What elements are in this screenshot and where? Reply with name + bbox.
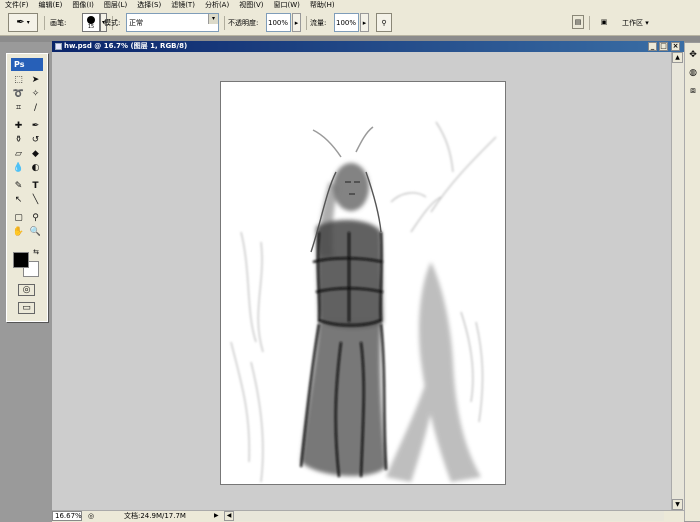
toolbox: Ps ⬚ ➤ ➰ ✧ ⌗ ∕ ✚ ✒ ⚱ ↺ ▱ ◆ 💧 ◐ ✎ T ↖ ╲ ▢… — [6, 53, 48, 322]
workspace-icon: ▣ — [600, 18, 608, 26]
scroll-left-icon[interactable]: ◀ — [224, 511, 234, 521]
palette-well-icon: ▤ — [574, 18, 582, 26]
healing-brush-tool-icon[interactable]: ✚ — [11, 120, 26, 132]
document-window: hw.psd @ 16.7% (图层 1, RGB/8) _ □ × ▲ ▼ — [52, 41, 684, 521]
document-icon — [55, 43, 62, 50]
menu-bar: 文件(F) 编辑(E) 图像(I) 图层(L) 选择(S) 滤镜(T) 分析(A) 视图(V)… — [0, 0, 700, 10]
status-menu-button[interactable]: ▶ — [214, 511, 219, 521]
quick-mask-icon[interactable]: ◎ — [18, 284, 35, 296]
status-bar: 16.67% ◎ 文档:24.9M/17.7M ▶ ◀ — [52, 510, 684, 522]
marquee-tool-icon[interactable]: ⬚ — [11, 74, 26, 86]
slice-tool-icon[interactable]: ∕ — [28, 102, 43, 114]
scroll-down-icon[interactable]: ▼ — [672, 499, 683, 510]
flow-input[interactable]: 100% — [334, 13, 359, 32]
magic-wand-tool-icon[interactable]: ✧ — [28, 88, 43, 100]
opacity-label: 不透明度: — [228, 18, 259, 27]
close-button[interactable]: × — [671, 42, 680, 51]
sketch-artwork — [230, 121, 497, 483]
brush-tool-icon: ✒ — [16, 17, 25, 28]
divider — [306, 16, 307, 30]
zoom-field[interactable]: 16.67% — [52, 511, 82, 521]
line-tool-icon[interactable]: ╲ — [28, 194, 43, 206]
flow-label: 流量: — [310, 18, 327, 27]
clone-stamp-tool-icon[interactable]: ⚱ — [11, 134, 26, 146]
swap-colors-icon[interactable]: ⇆ — [31, 248, 41, 256]
path-selection-tool-icon[interactable]: ↖ — [11, 194, 26, 206]
divider — [224, 16, 225, 30]
eraser-tool-icon[interactable]: ▱ — [11, 148, 26, 160]
document-title: hw.psd @ 16.7% (图层 1, RGB/8) — [64, 42, 188, 50]
pen-tool-icon[interactable]: ✎ — [11, 180, 26, 192]
lasso-tool-icon[interactable]: ➰ — [11, 88, 26, 100]
triangle-right-icon: ▸ — [294, 18, 299, 27]
blur-tool-icon[interactable]: 💧 — [11, 162, 26, 174]
brush-preset-swatch[interactable]: 15 — [82, 13, 100, 32]
color-palette-icon[interactable]: ◍ — [687, 67, 699, 79]
maximize-button[interactable]: □ — [659, 42, 668, 51]
type-tool-icon[interactable]: T — [28, 180, 43, 192]
menu-item[interactable]: 分析(A) — [200, 0, 234, 10]
menu-item[interactable]: 文件(F) — [0, 0, 34, 10]
horizontal-scrollbar[interactable] — [234, 511, 664, 521]
opacity-input[interactable]: 100% — [266, 13, 291, 32]
menu-item[interactable]: 视图(V) — [234, 0, 268, 10]
divider — [44, 16, 45, 30]
move-tool-icon[interactable]: ➤ — [28, 74, 43, 86]
ps-logo[interactable]: Ps — [11, 58, 43, 71]
zoom-tool-icon[interactable]: 🔍 — [28, 226, 43, 238]
notes-tool-icon[interactable]: ▢ — [11, 212, 26, 224]
menu-item[interactable]: 窗口(W) — [268, 0, 304, 10]
brush-tool-icon[interactable]: ✒ — [28, 120, 43, 132]
menu-item[interactable]: 编辑(E) — [34, 0, 68, 10]
flow-slider-button[interactable]: ▸ — [360, 13, 369, 32]
menu-item[interactable]: 图层(L) — [99, 0, 132, 10]
brush-label: 画笔: — [50, 18, 67, 27]
vertical-scrollbar[interactable]: ▲ ▼ — [671, 52, 684, 510]
mode-label: 模式: — [104, 18, 121, 27]
history-icon[interactable]: ⧈ — [687, 85, 699, 97]
document-title-bar[interactable]: hw.psd @ 16.7% (图层 1, RGB/8) _ □ × — [52, 41, 684, 52]
zoom-icon: ◎ — [88, 512, 95, 520]
mode-select[interactable]: 正常 ▾ — [126, 13, 219, 32]
eyedropper-tool-icon[interactable]: ⚲ — [28, 212, 43, 224]
image-canvas[interactable] — [220, 81, 506, 485]
paint-bucket-tool-icon[interactable]: ◆ — [28, 148, 43, 160]
collapsed-palette-strip: ✥ ◍ ⧈ — [684, 43, 700, 521]
foreground-color-swatch[interactable] — [13, 252, 29, 268]
document-size: 文档:24.9M/17.7M — [124, 512, 186, 520]
workspace-icon-button[interactable]: ▣ — [596, 15, 612, 29]
mode-value: 正常 — [129, 18, 143, 27]
hand-tool-icon[interactable]: ✋ — [11, 226, 26, 238]
opacity-slider-button[interactable]: ▸ — [292, 13, 301, 32]
chevron-down-icon: ▾ — [208, 14, 218, 24]
screen-mode-icon[interactable]: ▭ — [18, 302, 35, 314]
menu-item[interactable]: 图像(I) — [67, 0, 99, 10]
options-bar: ✒ ▾ 画笔: 15 ▾ 模式: 正常 ▾ 不透明度: 100% ▸ 流量: 1… — [0, 10, 700, 36]
history-brush-tool-icon[interactable]: ↺ — [28, 134, 43, 146]
menu-item[interactable]: 滤镜(T) — [166, 0, 200, 10]
divider — [589, 16, 590, 30]
menu-item[interactable]: 选择(S) — [132, 0, 166, 10]
scroll-up-icon[interactable]: ▲ — [672, 52, 683, 63]
triangle-right-icon: ▸ — [362, 18, 367, 27]
tool-preset-picker[interactable]: ✒ ▾ — [8, 13, 38, 32]
palette-well-button[interactable]: ▤ — [572, 15, 584, 29]
minimize-button[interactable]: _ — [648, 42, 657, 51]
chevron-down-icon: ▾ — [26, 19, 30, 26]
menu-item[interactable]: 帮助(H) — [305, 0, 340, 10]
airbrush-icon: ⚲ — [381, 18, 387, 27]
crop-tool-icon[interactable]: ⌗ — [11, 102, 26, 114]
dodge-tool-icon[interactable]: ◐ — [28, 162, 43, 174]
navigator-icon[interactable]: ✥ — [687, 49, 699, 61]
airbrush-toggle[interactable]: ⚲ — [376, 13, 392, 32]
brush-tip-icon — [87, 15, 95, 24]
brush-size-value: 15 — [87, 23, 95, 30]
workspace-menu[interactable]: 工作区 ▾ — [622, 13, 649, 32]
